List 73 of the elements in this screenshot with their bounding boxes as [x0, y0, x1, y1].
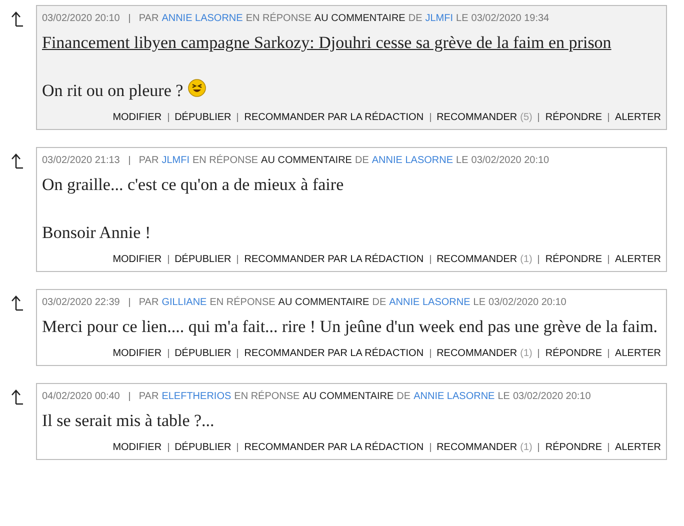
meta-text: LE — [498, 390, 510, 404]
action-link[interactable]: RÉPONDRE — [545, 252, 602, 267]
meta-text: EN RÉPONSE — [246, 11, 312, 26]
action-link[interactable]: MODIFIER — [112, 110, 162, 125]
action-link[interactable]: ALERTER — [615, 110, 661, 125]
comment-link[interactable]: AU COMMENTAIRE — [314, 11, 406, 26]
action-link[interactable]: RÉPONDRE — [545, 346, 602, 361]
comment-text: Il se serait mis à table ?... — [42, 411, 214, 430]
author-link[interactable]: JLMFI — [162, 153, 190, 168]
action-link[interactable]: RECOMMANDER PAR LA RÉDACTION — [244, 110, 424, 125]
action-link[interactable]: MODIFIER — [112, 346, 162, 361]
action-link[interactable]: RECOMMANDER — [436, 252, 518, 267]
action-link[interactable]: RÉPONDRE — [545, 440, 602, 455]
author-link[interactable]: ELEFTHERIOS — [162, 389, 232, 404]
reply-arrow-icon — [10, 153, 24, 169]
author-link[interactable]: ANNIE LASORNE — [389, 295, 470, 310]
meta-text: DE — [408, 12, 422, 26]
meta-text: DE — [396, 390, 411, 404]
action-link[interactable]: ALERTER — [615, 252, 661, 267]
meta-text: EN RÉPONSE — [234, 389, 300, 404]
meta-text: PAR — [138, 390, 159, 404]
meta-text: DE — [372, 296, 386, 310]
action-link[interactable]: RECOMMANDER PAR LA RÉDACTION — [244, 346, 424, 361]
action-link[interactable]: DÉPUBLIER — [174, 252, 232, 267]
comment-text: Merci pour ce lien.... qui m'a fait... rire ! Un jeûne d'un week end pas une grève de la faim. — [42, 317, 658, 336]
action-link[interactable]: MODIFIER — [112, 440, 162, 455]
comment-text: On rit ou on pleure ? — [42, 81, 184, 100]
recommend-count: (1) — [520, 347, 532, 361]
comment-text: Bonsoir Annie ! — [42, 223, 151, 242]
action-link[interactable]: RECOMMANDER — [436, 110, 518, 125]
comment-date: 03/02/2020 20:10 — [471, 154, 550, 168]
comment-date: 03/02/2020 19:34 — [471, 12, 550, 26]
reply-arrow-icon — [10, 389, 24, 405]
action-link[interactable]: DÉPUBLIER — [174, 346, 232, 361]
action-link[interactable]: RECOMMANDER PAR LA RÉDACTION — [244, 252, 424, 267]
action-link[interactable]: DÉPUBLIER — [174, 110, 232, 125]
comment-link[interactable]: AU COMMENTAIRE — [261, 153, 352, 168]
comment-date: 03/02/2020 20:10 — [42, 12, 120, 26]
reply-arrow-icon — [10, 295, 24, 311]
comment-link[interactable]: AU COMMENTAIRE — [302, 389, 394, 404]
recommend-count: (1) — [520, 253, 532, 267]
meta-text: PAR — [138, 296, 159, 310]
comment-date: 03/02/2020 22:39 — [42, 296, 120, 310]
action-link[interactable]: MODIFIER — [112, 252, 162, 267]
meta-text: EN RÉPONSE — [192, 153, 258, 168]
article-link[interactable]: Financement libyen campagne Sarkozy: Djouhri cesse sa grève de la faim en prison — [42, 33, 612, 52]
meta-text: PAR — [138, 154, 159, 168]
comment-date: 03/02/2020 21:13 — [42, 154, 120, 168]
meta-text: LE — [456, 154, 468, 168]
action-link[interactable]: RECOMMANDER — [436, 346, 518, 361]
author-link[interactable]: ANNIE LASORNE — [414, 389, 495, 404]
author-link[interactable]: ANNIE LASORNE — [372, 153, 454, 168]
action-link[interactable]: ALERTER — [615, 440, 661, 455]
meta-text: EN RÉPONSE — [210, 295, 276, 310]
recommend-count: (5) — [520, 111, 532, 125]
meta-text: DE — [354, 154, 369, 168]
laughing-emoji-icon — [188, 79, 206, 98]
comment-date: 03/02/2020 20:10 — [512, 390, 591, 404]
meta-text: PAR — [138, 12, 159, 26]
comment-link[interactable]: AU COMMENTAIRE — [278, 295, 370, 310]
action-link[interactable]: RECOMMANDER — [436, 440, 518, 455]
meta-text: LE — [456, 12, 468, 26]
comment-date: 04/02/2020 00:40 — [42, 390, 120, 404]
comment-text: On graille... c'est ce qu'on a de mieux à faire — [42, 175, 344, 194]
action-link[interactable]: RÉPONDRE — [545, 110, 602, 125]
reply-arrow-icon — [10, 11, 24, 27]
meta-text: LE — [473, 296, 486, 310]
action-link[interactable]: RECOMMANDER PAR LA RÉDACTION — [244, 440, 424, 455]
comment-date: 03/02/2020 20:10 — [488, 296, 566, 310]
recommend-count: (1) — [520, 441, 532, 455]
action-link[interactable]: DÉPUBLIER — [174, 440, 232, 455]
author-link[interactable]: GILLIANE — [162, 295, 207, 310]
action-link[interactable]: ALERTER — [615, 346, 661, 361]
